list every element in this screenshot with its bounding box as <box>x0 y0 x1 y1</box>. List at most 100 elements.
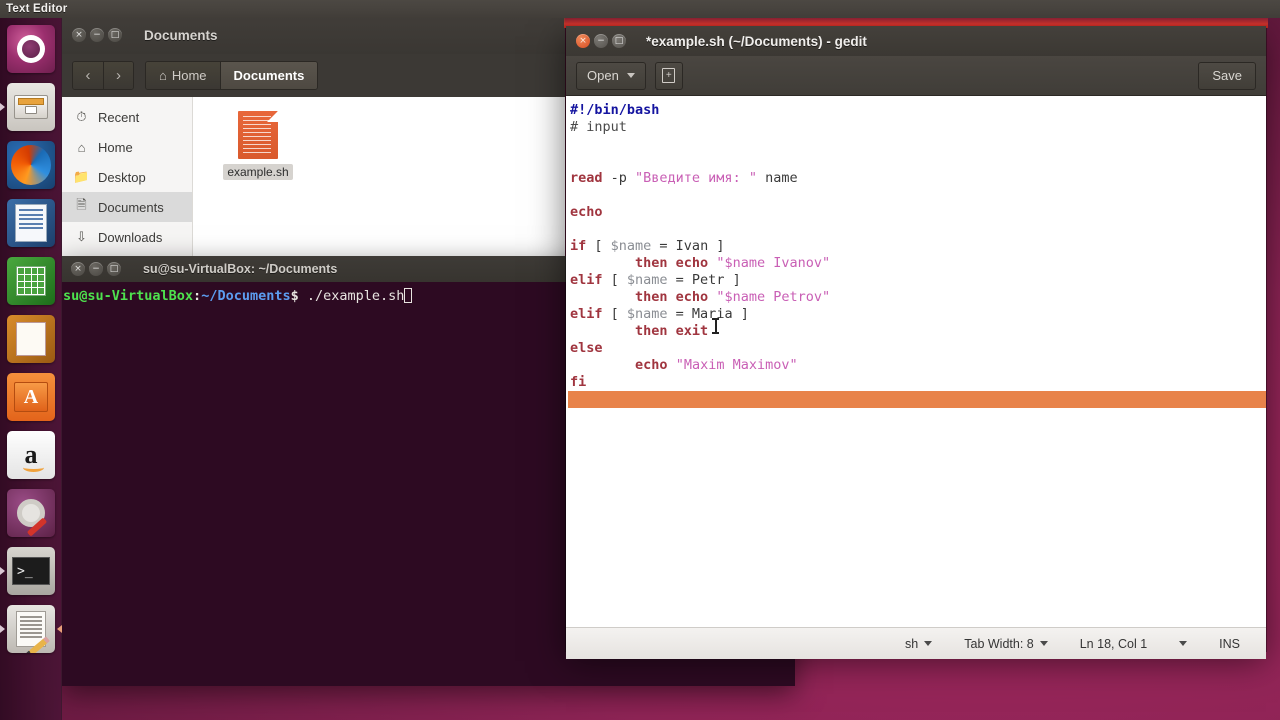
save-button-label: Save <box>1212 68 1242 83</box>
terminal-prompt-colon: : <box>193 288 202 304</box>
presentation-icon <box>7 315 55 363</box>
terminal-prompt-path: ~/Documents <box>201 288 291 304</box>
terminal-icon: >_ <box>7 547 55 595</box>
shopping-bag-icon: A <box>7 373 55 421</box>
cursor-position: Ln 18, Col 1 <box>1064 637 1163 651</box>
code-line: #!/bin/bash <box>568 102 1266 119</box>
forward-button[interactable]: › <box>103 62 133 89</box>
launcher-item-system-settings[interactable] <box>0 484 62 542</box>
nautilus-window: × − □ Documents ‹ › ⌂ Home Documents ⏱ R… <box>62 16 565 256</box>
code-line: echo "Maxim Maximov" <box>568 357 1266 374</box>
sidebar-item-label: Recent <box>98 109 140 125</box>
maximize-icon[interactable]: □ <box>107 262 121 276</box>
current-line-highlight <box>568 391 1266 408</box>
gedit-title: *example.sh (~/Documents) - gedit <box>646 33 867 49</box>
launcher-item-files[interactable] <box>0 78 62 136</box>
sidebar-item-desktop[interactable]: 📁 Desktop <box>62 162 192 192</box>
save-button[interactable]: Save <box>1198 61 1256 90</box>
insert-mode-label: INS <box>1219 636 1240 651</box>
minimize-icon[interactable]: − <box>89 262 103 276</box>
open-button[interactable]: Open <box>576 61 646 90</box>
unity-launcher: A a >_ <box>0 18 62 720</box>
code-token: = Maria ] <box>667 306 749 322</box>
launcher-item-libreoffice-writer[interactable] <box>0 194 62 252</box>
maximize-icon[interactable]: □ <box>612 34 626 48</box>
gedit-text-area[interactable]: #!/bin/bash # input read -p "Введите имя:… <box>566 96 1266 627</box>
sidebar-item-label: Documents <box>98 199 164 215</box>
minimize-icon[interactable]: − <box>594 34 608 48</box>
language-selector[interactable]: sh <box>889 637 948 651</box>
sidebar-item-label: Desktop <box>98 169 146 185</box>
code-token: echo <box>570 204 603 220</box>
code-token: $name <box>626 272 668 288</box>
desktop: Text Editor A a >_ × − □ Documents ‹ › ⌂… <box>0 0 1280 720</box>
gedit-statusbar: sh Tab Width: 8 Ln 18, Col 1 INS <box>566 627 1266 659</box>
close-icon[interactable]: × <box>72 28 86 42</box>
launcher-item-amazon[interactable]: a <box>0 426 62 484</box>
nautilus-body: ⏱ Recent ⌂ Home 📁 Desktop 🗎 Documents ⇩ <box>62 97 565 256</box>
close-icon[interactable]: × <box>71 262 85 276</box>
launcher-item-gedit[interactable] <box>0 600 62 658</box>
sidebar-item-recent[interactable]: ⏱ Recent <box>62 102 192 132</box>
maximize-icon[interactable]: □ <box>108 28 122 42</box>
nautilus-nav-buttons: ‹ › <box>72 61 134 90</box>
back-button[interactable]: ‹ <box>73 62 103 89</box>
document-icon <box>7 199 55 247</box>
breadcrumb-item-home[interactable]: ⌂ Home <box>146 62 220 89</box>
insert-mode: INS <box>1203 637 1256 651</box>
sidebar-item-label: Home <box>98 139 133 155</box>
sidebar-item-documents[interactable]: 🗎 Documents <box>62 192 192 222</box>
code-token: $name <box>610 238 652 254</box>
launcher-item-libreoffice-impress[interactable] <box>0 310 62 368</box>
code-token: # input <box>570 119 627 135</box>
mouse-ibeam-cursor <box>712 318 719 334</box>
file-item-example-sh[interactable]: example.sh <box>215 111 301 181</box>
code-token: -p <box>602 170 636 186</box>
clock-icon: ⏱ <box>76 109 87 124</box>
code-token: = Ivan ] <box>651 238 725 254</box>
terminal-title: su@su-VirtualBox: ~/Documents <box>143 262 338 276</box>
new-tab-button[interactable]: + <box>654 61 683 90</box>
code-token: fi <box>570 374 587 390</box>
firefox-icon <box>7 141 55 189</box>
code-token: if <box>570 238 587 254</box>
language-label: sh <box>905 636 919 651</box>
nautilus-pathbar: ‹ › ⌂ Home Documents <box>62 54 565 97</box>
chevron-down-icon <box>626 73 635 78</box>
nautilus-titlebar: × − □ Documents <box>62 16 565 54</box>
minimize-icon[interactable]: − <box>90 28 104 42</box>
top-panel-app-name[interactable]: Text Editor <box>0 3 67 15</box>
tab-width-selector[interactable]: Tab Width: 8 <box>948 637 1063 651</box>
chevron-down-icon <box>924 641 933 646</box>
launcher-item-ubuntu-dash[interactable] <box>0 20 62 78</box>
sidebar-item-downloads[interactable]: ⇩ Downloads <box>62 222 192 252</box>
breadcrumb-item-documents[interactable]: Documents <box>219 62 318 89</box>
code-token: [ <box>602 306 627 322</box>
launcher-item-firefox[interactable] <box>0 136 62 194</box>
launcher-item-terminal[interactable]: >_ <box>0 542 62 600</box>
spreadsheet-icon <box>7 257 55 305</box>
launcher-item-libreoffice-calc[interactable] <box>0 252 62 310</box>
gedit-titlebar: × − □ *example.sh (~/Documents) - gedit <box>566 26 1266 56</box>
breadcrumb-label: Home <box>171 68 207 83</box>
sidebar-item-home[interactable]: ⌂ Home <box>62 132 192 162</box>
code-line: # input <box>568 119 1266 136</box>
position-dropdown[interactable] <box>1163 641 1203 646</box>
launcher-item-ubuntu-software[interactable]: A <box>0 368 62 426</box>
code-token: = Petr ] <box>667 272 741 288</box>
code-token: "$name Petrov" <box>716 289 831 305</box>
breadcrumb-label: Documents <box>233 68 305 83</box>
code-line: fi <box>568 374 1266 391</box>
code-line: elif [ $name = Petr ] <box>568 272 1266 289</box>
close-icon[interactable]: × <box>576 34 590 48</box>
folder-icon: 📁 <box>73 169 90 184</box>
home-icon: ⌂ <box>159 68 167 83</box>
code-token: "Maxim Maximov" <box>675 357 798 373</box>
code-token: read <box>570 170 603 186</box>
